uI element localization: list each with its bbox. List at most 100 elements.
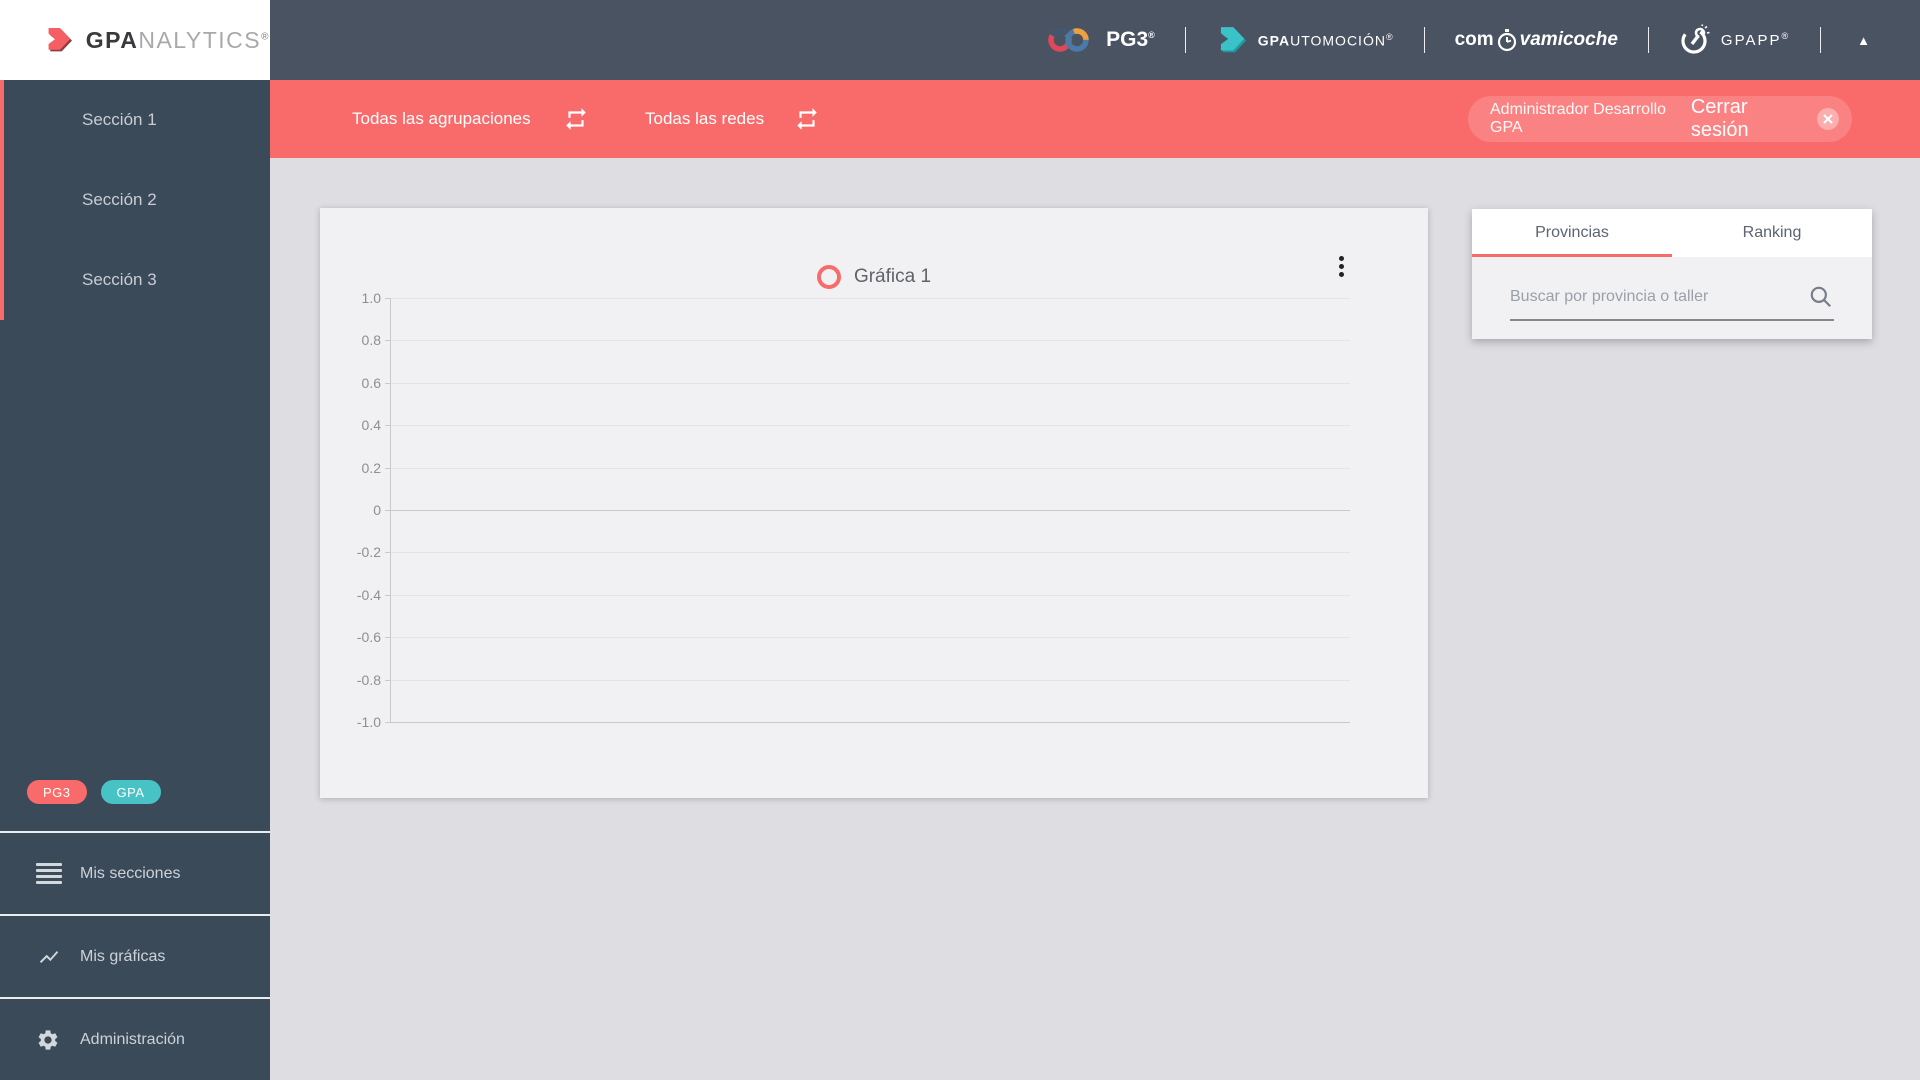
gpanalytics-arrow-icon — [48, 28, 72, 52]
y-axis-tick — [385, 467, 391, 469]
y-axis-tick-label: -0.8 — [356, 671, 381, 688]
menu-label: Mis gráficas — [80, 947, 166, 965]
swap-icon[interactable] — [563, 106, 589, 132]
y-axis-tick-label: -0.4 — [356, 586, 381, 603]
swap-icon[interactable] — [794, 106, 820, 132]
gridline — [391, 467, 1350, 469]
y-axis-tick — [385, 679, 391, 681]
user-name: Administrador Desarrollo GPA — [1490, 101, 1667, 136]
gear-icon — [36, 1028, 62, 1052]
sidebar-scroll-indicator[interactable] — [0, 80, 4, 320]
gpa-badge[interactable]: GPA — [100, 780, 161, 804]
y-axis-tick — [385, 425, 391, 427]
y-axis-tick-label: 0.2 — [361, 459, 381, 476]
badge-row: PG3 GPA — [0, 753, 270, 831]
sidebar-item-seccion-1[interactable]: Sección 1 — [0, 80, 270, 160]
top-header: PG3® GPAUTOMOCIÓN® com vamicoche GPAPP® — [270, 0, 1920, 80]
brand-pg3: PG3® — [1046, 25, 1155, 55]
gridline — [391, 552, 1350, 554]
panel-body — [1472, 257, 1872, 339]
user-session-pill: Administrador Desarrollo GPA Cerrar sesi… — [1468, 96, 1852, 142]
brand-comprovamicoche: com vamicoche — [1455, 28, 1618, 52]
sidebar-item-label: Sección 1 — [82, 110, 157, 129]
brand-coche-com: com — [1454, 29, 1494, 50]
sidebar-item-mis-graficas[interactable]: Mis gráficas — [0, 916, 270, 997]
right-panel: Provincias Ranking — [1472, 209, 1872, 339]
y-axis-tick-label: 0.4 — [361, 417, 381, 434]
filter-redes[interactable]: Todas las redes — [645, 80, 820, 158]
brand-pg3-label: PG3 — [1106, 28, 1149, 51]
filter-redes-label: Todas las redes — [645, 109, 765, 128]
tab-ranking[interactable]: Ranking — [1672, 209, 1872, 257]
comprovamicoche-clock-icon — [1497, 29, 1516, 52]
gridline — [391, 340, 1350, 342]
header-divider — [1423, 27, 1425, 53]
app-logo-text: GPANALYTICS® — [86, 27, 270, 54]
gridline — [391, 298, 1350, 299]
header-divider — [1820, 27, 1822, 53]
pg3-infinity-icon — [1048, 28, 1089, 52]
brand-gpautomocion: GPAUTOMOCIÓN® — [1216, 25, 1394, 55]
y-axis-tick — [385, 510, 391, 511]
logout-close-icon[interactable] — [1816, 107, 1840, 131]
sidebar-item-mis-secciones[interactable]: Mis secciones — [0, 833, 270, 914]
gpautomocion-arrow-icon — [1220, 27, 1246, 53]
brand-gpapp-reg: ® — [1781, 31, 1791, 41]
filter-agrupaciones-label: Todas las agrupaciones — [352, 109, 531, 128]
search-input[interactable] — [1510, 288, 1808, 306]
y-axis-tick — [385, 552, 391, 554]
search-field — [1510, 275, 1834, 321]
gridline — [391, 722, 1350, 723]
y-axis-tick-label: -0.6 — [356, 629, 381, 646]
active-tab-indicator — [1472, 254, 1672, 257]
chart-card: Gráfica 1 1.0 0.8 0.6 0.4 0.2 0 -0.2 -0.4 -0.6 -0… — [320, 208, 1428, 798]
gridline — [391, 425, 1350, 427]
logout-button[interactable]: Cerrar sesión — [1691, 96, 1804, 142]
brand-gpauto-bold: GPA — [1257, 32, 1291, 49]
header-divider — [1647, 27, 1649, 53]
y-axis-tick — [385, 594, 391, 596]
y-axis-tick-label: 0.8 — [361, 332, 381, 349]
search-icon[interactable] — [1808, 284, 1834, 310]
y-axis-tick-label: -0.2 — [356, 544, 381, 561]
panel-tabs: Provincias Ranking — [1472, 209, 1872, 257]
collapse-arrow-icon[interactable]: ▲ — [1857, 33, 1870, 48]
y-axis-tick-label: 1.0 — [361, 290, 381, 306]
header-divider — [1184, 27, 1186, 53]
logo-nalytics: NALYTICS — [138, 26, 262, 53]
list-icon — [36, 863, 62, 884]
brand-pg3-reg: ® — [1148, 30, 1155, 40]
logo-gpa: GPA — [85, 26, 139, 53]
brand-gpapp: GPAPP® — [1679, 24, 1790, 56]
menu-label: Mis secciones — [80, 864, 181, 882]
y-axis-tick-label: -1.0 — [356, 714, 381, 730]
sidebar-item-administracion[interactable]: Administración — [0, 999, 270, 1080]
brand-gpapp-label: GPAPP — [1720, 32, 1782, 49]
y-axis-tick — [385, 298, 391, 299]
chart-legend-item[interactable]: Gráfica 1 — [320, 265, 1428, 289]
line-chart-icon — [36, 946, 62, 968]
y-axis-tick — [385, 340, 391, 342]
sidebar-bottom: PG3 GPA Mis secciones Mis gráficas Admin… — [0, 753, 270, 1080]
brand-coche-vamicoche: vamicoche — [1519, 29, 1618, 50]
kebab-menu-icon[interactable] — [1335, 252, 1348, 281]
y-axis-tick — [385, 382, 391, 384]
brand-gpauto-rest: UTOMOCIÓN — [1290, 32, 1386, 49]
tab-provincias[interactable]: Provincias — [1472, 209, 1672, 257]
gridline — [391, 679, 1350, 681]
chart-plot: 1.0 0.8 0.6 0.4 0.2 0 -0.2 -0.4 -0.6 -0.8 -1.0 — [357, 290, 1350, 730]
sidebar-item-seccion-3[interactable]: Sección 3 — [0, 240, 270, 320]
brand-gpauto-reg: ® — [1385, 31, 1394, 42]
gpapp-wrench-icon — [1681, 24, 1710, 54]
y-axis-tick — [385, 637, 391, 639]
main-content: Gráfica 1 1.0 0.8 0.6 0.4 0.2 0 -0.2 -0.4 -0.6 -0… — [270, 158, 1920, 1080]
menu-label: Administración — [80, 1030, 185, 1048]
y-axis-tick-label: 0.6 — [361, 374, 381, 391]
sidebar-item-label: Sección 3 — [82, 270, 157, 289]
sidebar: Sección 1 Sección 2 Sección 3 PG3 GPA Mi… — [0, 80, 270, 1080]
sidebar-item-seccion-2[interactable]: Sección 2 — [0, 160, 270, 240]
app-logo[interactable]: GPANALYTICS® — [0, 0, 270, 80]
pg3-badge[interactable]: PG3 — [27, 780, 87, 804]
filter-agrupaciones[interactable]: Todas las agrupaciones — [352, 80, 589, 158]
sidebar-item-label: Sección 2 — [82, 190, 157, 209]
